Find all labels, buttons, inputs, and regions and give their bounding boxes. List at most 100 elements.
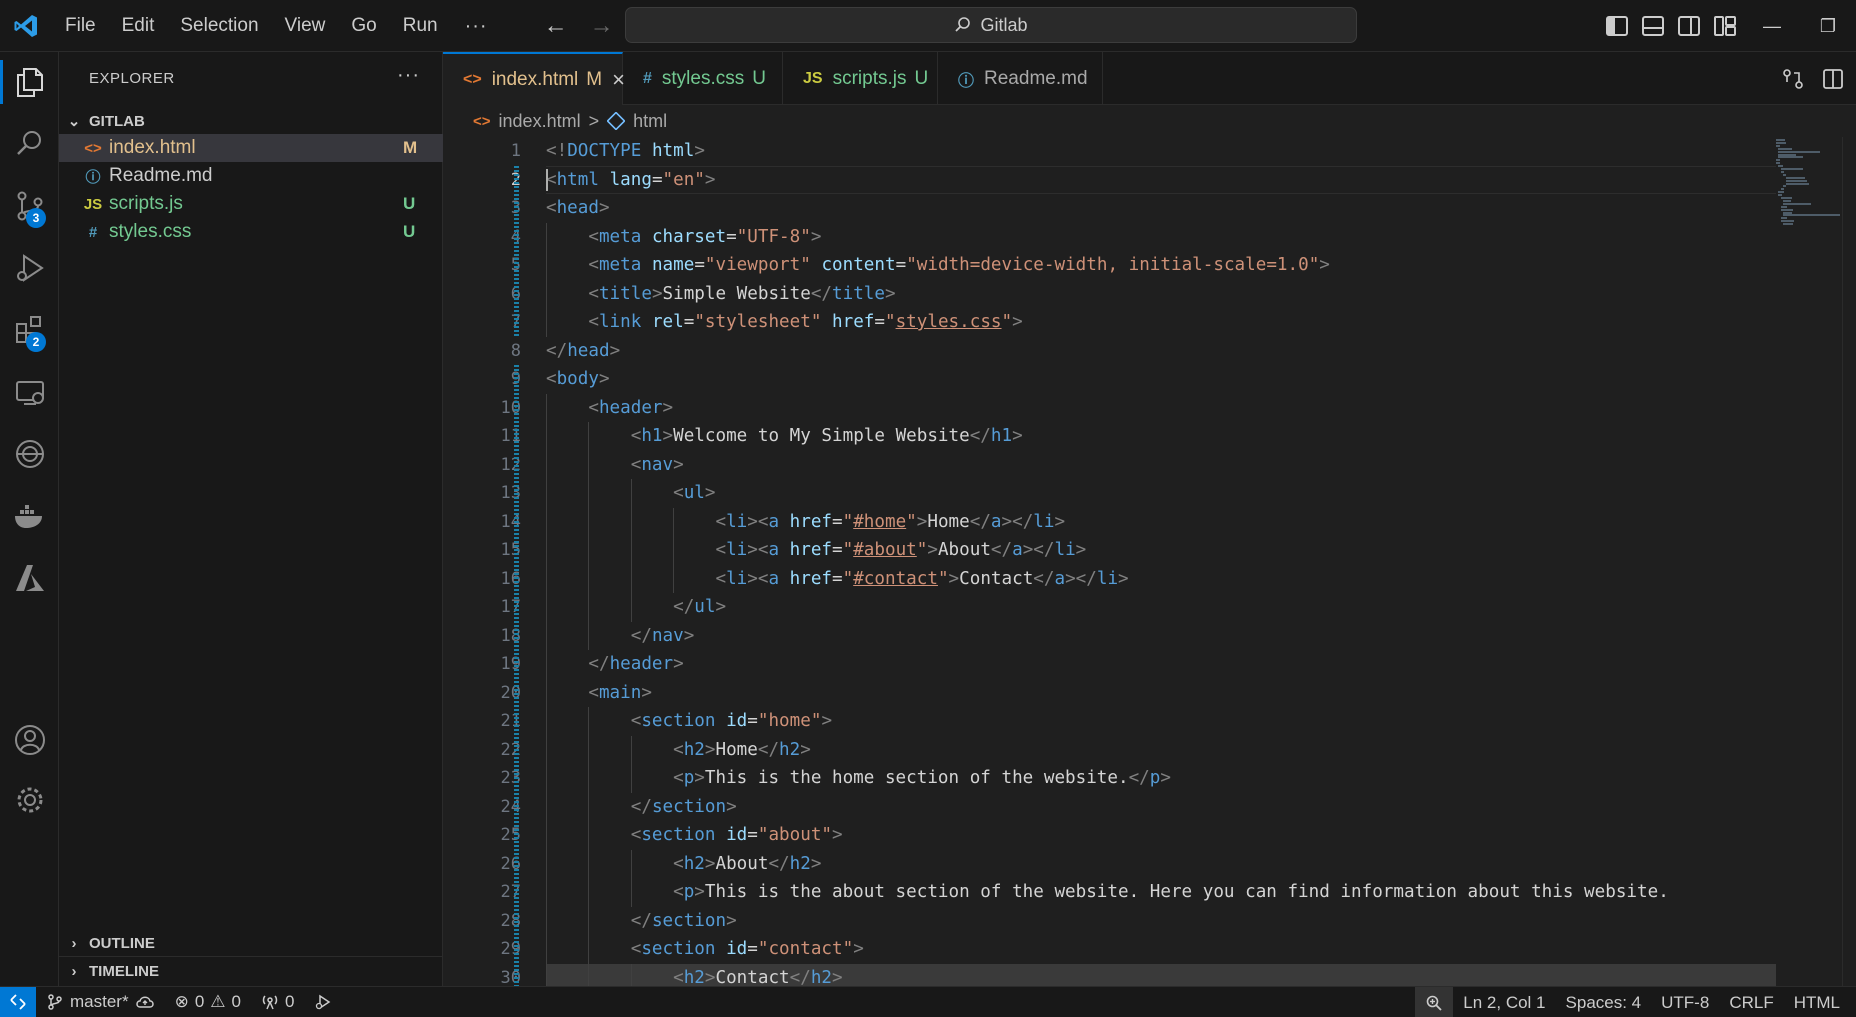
extensions-activity[interactable]: 2 bbox=[0, 300, 59, 360]
code-line[interactable]: <section id="contact"> bbox=[546, 935, 1776, 964]
toggle-secondary-sidebar-icon[interactable] bbox=[1678, 16, 1700, 36]
split-editor-icon[interactable] bbox=[1822, 68, 1844, 90]
customize-layout-icon[interactable] bbox=[1714, 16, 1736, 36]
code-line[interactable]: </head> bbox=[546, 337, 1776, 366]
code-line[interactable]: <li><a href="#home">Home</a></li> bbox=[546, 507, 1776, 536]
docker-activity[interactable] bbox=[0, 486, 59, 546]
indent-guide bbox=[546, 678, 547, 707]
code-token: main bbox=[598, 682, 642, 703]
menu-edit[interactable]: Edit bbox=[109, 0, 168, 52]
file-item[interactable]: ⓘ Readme.md bbox=[59, 162, 443, 190]
folder-header[interactable]: ⌄ GITLAB bbox=[59, 106, 443, 136]
open-changes-icon[interactable] bbox=[1782, 68, 1804, 90]
code-line[interactable]: <p>This is the about section of the webs… bbox=[546, 878, 1776, 907]
minimap[interactable] bbox=[1776, 137, 1842, 237]
code-line[interactable]: <h2>About</h2> bbox=[546, 849, 1776, 878]
remote-indicator[interactable] bbox=[0, 986, 36, 1017]
back-arrow-icon[interactable]: ← bbox=[544, 12, 568, 40]
code-token: < bbox=[588, 283, 599, 304]
problems-status[interactable]: ⊗ 0 ⚠ 0 bbox=[165, 987, 251, 1017]
code-line[interactable]: <header> bbox=[546, 393, 1776, 422]
code-token: This is the about section of the website… bbox=[704, 882, 1669, 902]
vertical-scrollbar[interactable] bbox=[1842, 137, 1856, 986]
code-line[interactable]: <h1>Welcome to My Simple Website</h1> bbox=[546, 422, 1776, 451]
code-line[interactable]: <main> bbox=[546, 678, 1776, 707]
timeline-section[interactable]: › TIMELINE bbox=[59, 956, 443, 986]
code-token: href bbox=[789, 568, 833, 589]
code-line[interactable]: <nav> bbox=[546, 450, 1776, 479]
remote-explorer-activity[interactable] bbox=[0, 362, 59, 422]
code-line[interactable]: <link rel="stylesheet" href="styles.css"… bbox=[546, 308, 1776, 337]
code-line[interactable]: <title>Simple Website</title> bbox=[546, 279, 1776, 308]
accounts-activity[interactable] bbox=[0, 710, 59, 770]
code-line[interactable]: </section> bbox=[546, 906, 1776, 935]
outline-section[interactable]: › OUTLINE bbox=[59, 928, 443, 958]
language-mode[interactable]: HTML bbox=[1784, 987, 1856, 1017]
code-token: > bbox=[884, 283, 896, 304]
editor-tab[interactable]: JS scripts.js U bbox=[783, 52, 938, 105]
editor-tab[interactable]: <> index.html M × bbox=[443, 52, 625, 105]
ports-status[interactable]: 0 bbox=[251, 987, 304, 1017]
menu-view[interactable]: View bbox=[272, 0, 339, 52]
code-line[interactable]: <meta charset="UTF-8"> bbox=[546, 222, 1776, 251]
debug-status[interactable] bbox=[304, 987, 342, 1017]
toggle-panel-icon[interactable] bbox=[1642, 16, 1664, 36]
run-debug-activity[interactable] bbox=[0, 238, 59, 298]
toggle-primary-sidebar-icon[interactable] bbox=[1606, 16, 1628, 36]
file-item[interactable]: # styles.css U bbox=[59, 218, 443, 246]
menu-run[interactable]: Run bbox=[390, 0, 451, 52]
code-line[interactable]: <html lang="en"> bbox=[546, 166, 1776, 195]
code-line[interactable]: <p>This is the home section of the websi… bbox=[546, 764, 1776, 793]
indent-guide bbox=[546, 621, 547, 650]
indentation[interactable]: Spaces: 4 bbox=[1556, 987, 1652, 1017]
source-control-badge: 3 bbox=[26, 208, 46, 228]
code-line[interactable]: <body> bbox=[546, 365, 1776, 394]
minimize-icon[interactable]: — bbox=[1744, 16, 1800, 37]
code-line[interactable]: <h2>Contact</h2> bbox=[546, 963, 1776, 986]
code-line[interactable]: <meta name="viewport" content="width=dev… bbox=[546, 251, 1776, 280]
file-item[interactable]: JS scripts.js U bbox=[59, 190, 443, 218]
file-item[interactable]: <> index.html M bbox=[59, 134, 443, 162]
explorer-activity[interactable] bbox=[0, 52, 59, 112]
manage-activity[interactable] bbox=[0, 770, 59, 830]
line-number: 21 bbox=[500, 711, 521, 731]
breadcrumb-symbol[interactable]: html bbox=[633, 111, 667, 132]
breadcrumb-file[interactable]: index.html bbox=[499, 111, 581, 132]
editor-tab[interactable]: # styles.css U bbox=[623, 52, 783, 105]
zoom-status[interactable] bbox=[1415, 987, 1454, 1017]
line-ending[interactable]: CRLF bbox=[1719, 987, 1783, 1017]
gitlens-activity[interactable] bbox=[0, 424, 59, 484]
menu-selection[interactable]: Selection bbox=[167, 0, 271, 52]
menu-go[interactable]: Go bbox=[338, 0, 389, 52]
code-line[interactable]: <section id="about"> bbox=[546, 821, 1776, 850]
code-line[interactable]: <head> bbox=[546, 194, 1776, 223]
code-line[interactable]: </ul> bbox=[546, 593, 1776, 622]
code-line[interactable]: <li><a href="#about">About</a></li> bbox=[546, 536, 1776, 565]
code-line[interactable]: <h2>Home</h2> bbox=[546, 735, 1776, 764]
code-line[interactable]: <ul> bbox=[546, 479, 1776, 508]
azure-activity[interactable] bbox=[0, 548, 59, 608]
indent-guide bbox=[546, 707, 547, 736]
branch-status[interactable]: master* bbox=[36, 987, 165, 1017]
menu-more-button[interactable]: ··· bbox=[451, 0, 502, 52]
cursor-position[interactable]: Ln 2, Col 1 bbox=[1453, 987, 1555, 1017]
command-center-search[interactable]: Gitlab bbox=[625, 7, 1357, 43]
explorer-more-button[interactable]: ··· bbox=[397, 64, 420, 87]
code-line[interactable]: <li><a href="#contact">Contact</a></li> bbox=[546, 564, 1776, 593]
menu-file[interactable]: File bbox=[52, 0, 109, 52]
restore-icon[interactable]: ❐ bbox=[1800, 16, 1856, 37]
code-area[interactable]: <!DOCTYPE html> <html lang="en"> <head> <m… bbox=[546, 137, 1776, 986]
editor-tab[interactable]: ⓘ Readme.md bbox=[938, 52, 1103, 105]
encoding[interactable]: UTF-8 bbox=[1651, 987, 1719, 1017]
code-line[interactable]: </nav> bbox=[546, 621, 1776, 650]
code-line[interactable]: <section id="home"> bbox=[546, 707, 1776, 736]
code-line[interactable]: </section> bbox=[546, 792, 1776, 821]
code-line[interactable]: <!DOCTYPE html> bbox=[546, 137, 1776, 166]
forward-arrow-icon[interactable]: → bbox=[590, 12, 614, 40]
code-line[interactable]: </header> bbox=[546, 650, 1776, 679]
source-control-activity[interactable]: 3 bbox=[0, 176, 59, 236]
code-editor[interactable]: 1234567891011121314151617181920212223242… bbox=[443, 137, 1856, 986]
search-activity[interactable] bbox=[0, 114, 59, 174]
